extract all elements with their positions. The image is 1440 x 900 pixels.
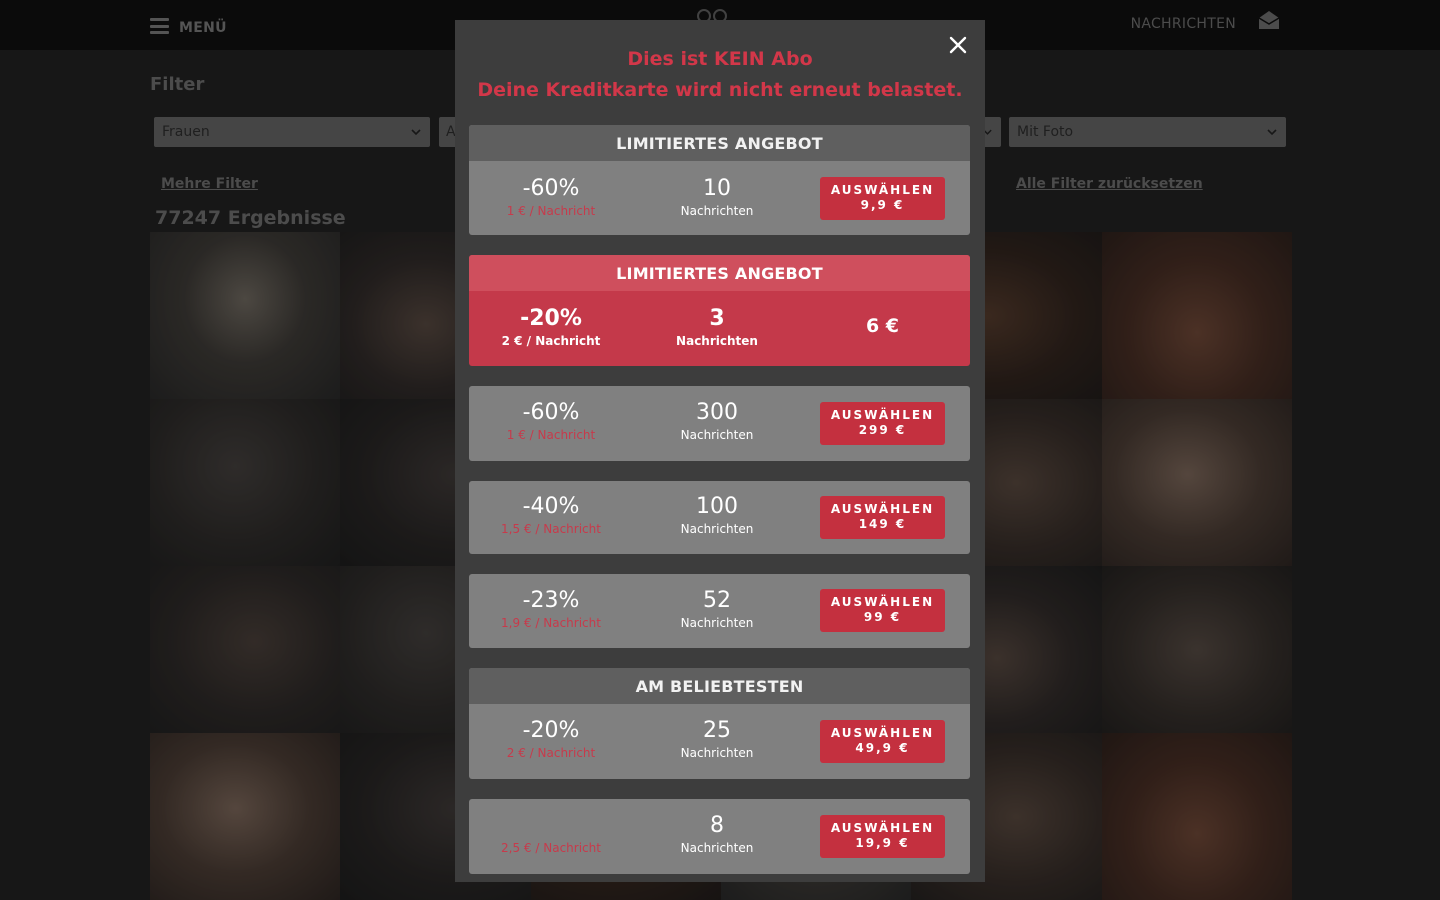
offer-message-label: Nachrichten xyxy=(680,841,754,855)
select-button-label: AUSWÄHLEN xyxy=(830,502,935,516)
offer-message-label: Nachrichten xyxy=(680,204,754,218)
offer-message-count: 100 xyxy=(696,494,738,519)
offer-unit-price: 1 € / Nachricht xyxy=(506,428,596,442)
offer-discount: -20% xyxy=(522,718,580,743)
offer-message-count: 300 xyxy=(696,400,738,425)
select-button-price: 19,9 € xyxy=(855,836,910,850)
offer-unit-price: 1,9 € / Nachricht xyxy=(501,616,601,630)
offer-unit-price: 2 € / Nachricht xyxy=(506,746,596,760)
select-button-price: 99 € xyxy=(863,610,902,624)
offer-message-label: Nachrichten xyxy=(680,522,754,536)
offer-discount: -40% xyxy=(522,494,580,519)
select-button-price: 299 € xyxy=(858,423,907,437)
offer-card: AM BELIEBTESTEN -20% 2 € / Nachricht 25 … xyxy=(469,668,970,779)
select-offer-button[interactable]: AUSWÄHLEN 19,9 € xyxy=(820,815,945,858)
offer-unit-price: 1 € / Nachricht xyxy=(506,204,596,218)
select-offer-button[interactable]: AUSWÄHLEN 149 € xyxy=(820,496,945,539)
offer-message-label: Nachrichten xyxy=(680,746,754,760)
offer-modal: Dies ist KEIN Abo Deine Kreditkarte wird… xyxy=(455,20,985,882)
modal-header: Dies ist KEIN Abo Deine Kreditkarte wird… xyxy=(455,47,985,102)
offer-unit-price: 2,5 € / Nachricht xyxy=(501,841,601,855)
select-offer-button[interactable]: AUSWÄHLEN 299 € xyxy=(820,402,945,445)
select-button-label: AUSWÄHLEN xyxy=(830,595,935,609)
offer-banner: AM BELIEBTESTEN xyxy=(469,668,970,704)
select-button-label: AUSWÄHLEN xyxy=(830,726,935,740)
select-offer-button[interactable]: AUSWÄHLEN 9,9 € xyxy=(820,177,945,220)
featured-offer-card[interactable]: LIMITIERTES ANGEBOT -20% 2 € / Nachricht… xyxy=(469,255,970,366)
select-button-price: 49,9 € xyxy=(855,741,910,755)
offer-discount: -60% xyxy=(522,176,580,201)
offer-message-count: 25 xyxy=(703,718,731,743)
select-button-price: 9,9 € xyxy=(860,198,905,212)
offer-card: 2,5 € / Nachricht 8 Nachrichten AUSWÄHLE… xyxy=(469,799,970,874)
offer-discount: -20% xyxy=(520,306,582,331)
select-button-label: AUSWÄHLEN xyxy=(830,183,935,197)
offer-unit-price: 2 € / Nachricht xyxy=(501,334,601,348)
select-button-label: AUSWÄHLEN xyxy=(830,821,935,835)
offer-card: -60% 1 € / Nachricht 300 Nachrichten AUS… xyxy=(469,386,970,461)
modal-subtitle: Deine Kreditkarte wird nicht erneut bela… xyxy=(477,79,963,101)
offer-message-count: 8 xyxy=(710,813,724,838)
offer-unit-price: 1,5 € / Nachricht xyxy=(501,522,601,536)
offer-message-label: Nachrichten xyxy=(680,616,754,630)
offer-card: -23% 1,9 € / Nachricht 52 Nachrichten AU… xyxy=(469,574,970,648)
offer-discount: -60% xyxy=(522,400,580,425)
modal-title: Dies ist KEIN Abo xyxy=(627,48,813,70)
offer-message-count: 52 xyxy=(703,588,731,613)
offer-discount: -23% xyxy=(522,588,580,613)
offer-card: LIMITIERTES ANGEBOT -60% 1 € / Nachricht… xyxy=(469,125,970,235)
offer-message-count: 10 xyxy=(703,176,731,201)
offer-message-label: Nachrichten xyxy=(676,334,758,348)
offer-banner: LIMITIERTES ANGEBOT xyxy=(469,255,970,291)
select-offer-button[interactable]: AUSWÄHLEN 49,9 € xyxy=(820,720,945,763)
featured-offer-price: 6 € xyxy=(865,315,900,337)
offer-banner: LIMITIERTES ANGEBOT xyxy=(469,125,970,161)
select-button-price: 149 € xyxy=(858,517,907,531)
select-button-label: AUSWÄHLEN xyxy=(830,408,935,422)
offer-message-count: 3 xyxy=(709,306,725,331)
offer-card: -40% 1,5 € / Nachricht 100 Nachrichten A… xyxy=(469,481,970,554)
select-offer-button[interactable]: AUSWÄHLEN 99 € xyxy=(820,589,945,632)
offer-message-label: Nachrichten xyxy=(680,428,754,442)
